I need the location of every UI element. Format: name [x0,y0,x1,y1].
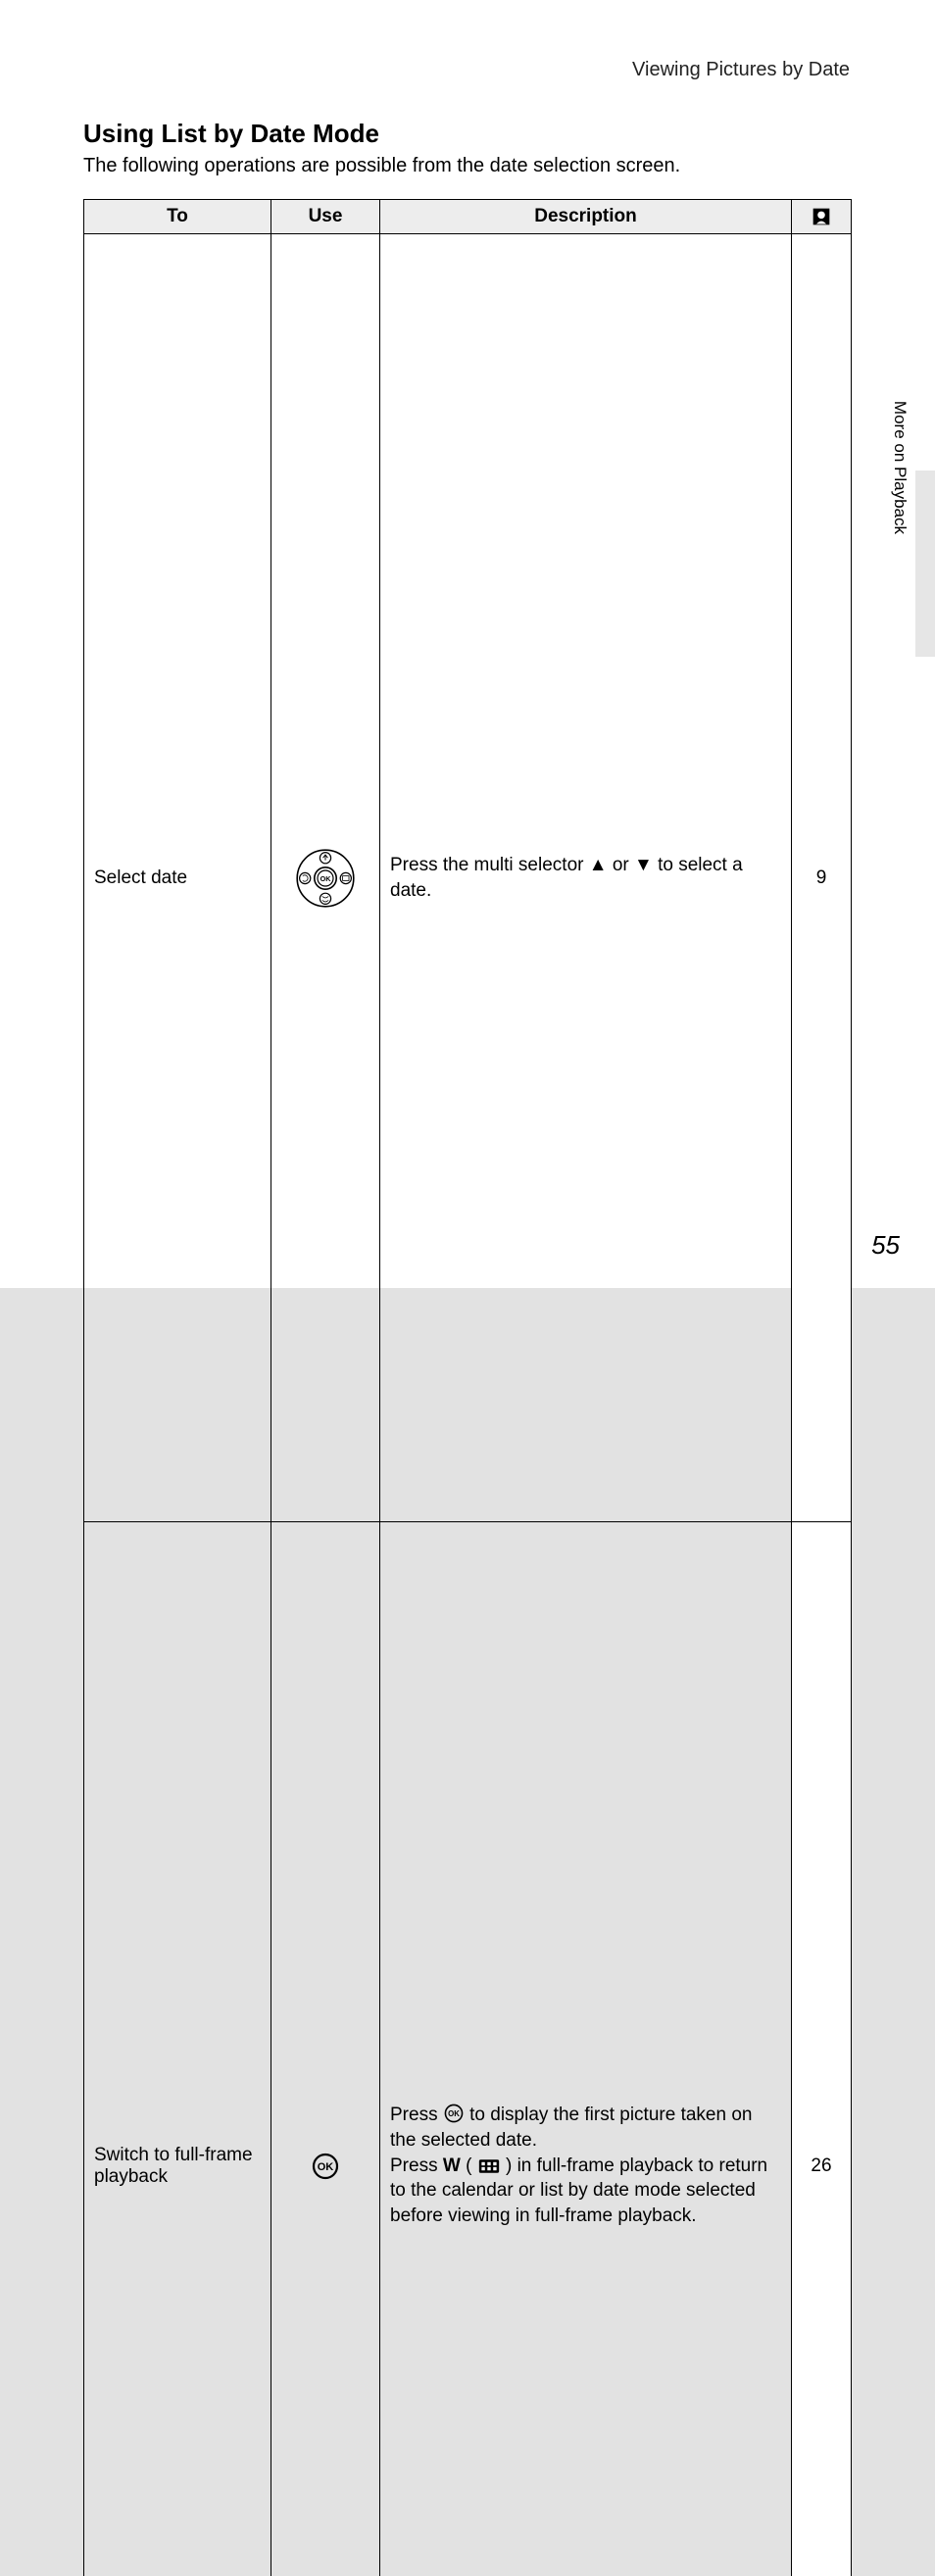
section-header: Viewing Pictures by Date [83,59,852,81]
multi-selector-icon: OK [294,847,357,910]
thumbnail-icon [478,2158,500,2174]
cell-use: OK [271,1522,380,2576]
svg-text:OK: OK [318,2161,334,2173]
operations-table: To Use Description Select date [83,199,852,2576]
table-row: Select date OK [84,234,852,1522]
col-to: To [84,200,271,234]
page-ref-icon [812,207,831,226]
table-header-row: To Use Description [84,200,852,234]
col-use: Use [271,200,380,234]
cell-page-ref: 26 [792,1522,852,2576]
page-number: 55 [871,1230,900,1261]
page-title: Using List by Date Mode [83,119,852,149]
thumb-tab [915,471,935,657]
ok-button-icon: OK [444,2104,464,2123]
cell-use: OK [271,234,380,1522]
col-page-ref [792,200,852,234]
cell-to: Switch to full-frame playback [84,1522,271,2576]
col-description: Description [380,200,792,234]
side-section-label: More on Playback [890,401,910,534]
cell-to: Select date [84,234,271,1522]
cell-description: Press OK to display the first picture ta… [380,1522,792,2576]
table-row: Switch to full-frame playback OK Press O… [84,1522,852,2576]
cell-description: Press the multi selector ▲ or ▼ to selec… [380,234,792,1522]
cell-page-ref: 9 [792,234,852,1522]
intro-text: The following operations are possible fr… [83,155,852,177]
svg-text:OK: OK [320,874,332,883]
ok-button-icon: OK [312,2153,339,2180]
manual-page: Viewing Pictures by Date Using List by D… [0,0,935,1288]
svg-text:OK: OK [448,2109,460,2118]
